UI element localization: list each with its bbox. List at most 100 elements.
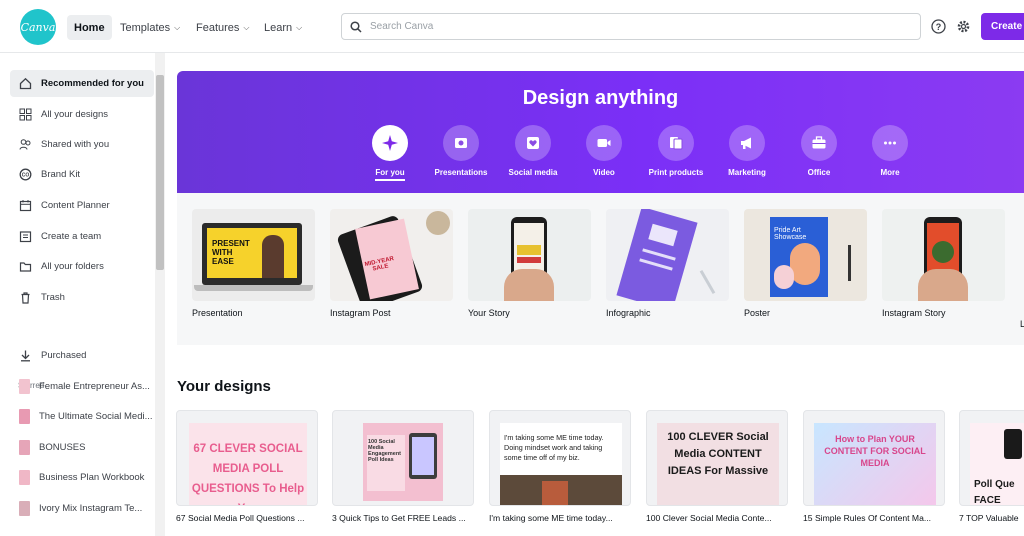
folder-icon <box>19 262 32 272</box>
design-types-row: PRESENT WITH EASE Presentation MID-YEAR … <box>177 193 1024 345</box>
design-type-poster[interactable]: Pride Art Showcase Poster <box>744 209 867 318</box>
chevron-down-icon: ⌵ <box>174 22 181 32</box>
design-card[interactable]: 100 CLEVER Social Media CONTENT IDEAS Fo… <box>646 410 790 536</box>
megaphone-icon <box>729 125 765 161</box>
category-presentations[interactable]: Presentations <box>425 125 497 177</box>
sidebar-item-label: All your designs <box>41 109 109 120</box>
design-thumbnail <box>19 440 30 455</box>
design-thumbnail: I'm taking some ME time today. Doing min… <box>489 410 631 506</box>
sidebar-item-label: Ivory Mix Instagram Te... <box>39 503 143 514</box>
your-designs-heading: Your designs <box>177 378 271 395</box>
design-thumbnail <box>19 379 30 394</box>
starred-item-bonuses[interactable]: BONUSES <box>10 434 154 461</box>
sidebar-item-content-planner[interactable]: Content Planner <box>10 192 154 219</box>
sidebar-item-label: BONUSES <box>39 442 86 453</box>
category-label: More <box>880 168 900 177</box>
design-card[interactable]: 67 CLEVER SOCIAL MEDIA POLL QUESTIONS To… <box>176 410 320 536</box>
design-type-label: Your Story <box>468 308 510 318</box>
nav-features[interactable]: Features ⌵ <box>189 15 257 40</box>
design-type-instagram-story[interactable]: Instagram Story <box>882 209 1005 318</box>
design-type-partial[interactable]: L <box>1020 209 1024 329</box>
sidebar-item-trash[interactable]: Trash <box>10 284 154 311</box>
search-input[interactable]: Search Canva <box>341 13 921 40</box>
design-thumbnail: Poll Que FACE <box>959 410 1024 506</box>
category-print-products[interactable]: Print products <box>640 125 712 177</box>
design-type-infographic[interactable]: Infographic <box>606 209 729 318</box>
category-label: Marketing <box>728 168 766 177</box>
team-icon <box>19 231 32 243</box>
sidebar: Recommended for you All your designs Sha… <box>0 53 166 536</box>
instagram-post-thumbnail: MID-YEAR SALE <box>330 209 453 301</box>
thumb-text: PRESENT WITH EASE <box>212 239 250 266</box>
sidebar-item-shared[interactable]: Shared with you <box>10 131 154 158</box>
design-card-label: 3 Quick Tips to Get FREE Leads ... <box>332 513 466 523</box>
design-card-label: 67 Social Media Poll Questions ... <box>176 513 305 523</box>
design-card[interactable]: How to Plan YOUR CONTENT FOR SOCIAL MEDI… <box>803 410 947 536</box>
svg-text:CO: CO <box>22 173 30 179</box>
sidebar-item-recommended[interactable]: Recommended for you <box>10 70 154 97</box>
design-thumbnail: 100 Social Media Engagement Poll Ideas <box>332 410 474 506</box>
design-card[interactable]: I'm taking some ME time today. Doing min… <box>489 410 633 536</box>
category-office[interactable]: Office <box>783 125 855 177</box>
sidebar-item-label: Female Entrepreneur As... <box>39 381 150 392</box>
sidebar-item-label: Content Planner <box>41 200 110 211</box>
briefcase-icon <box>801 125 837 161</box>
starred-item-ultimate-social[interactable]: The Ultimate Social Medi... <box>10 403 154 430</box>
print-icon <box>658 125 694 161</box>
thumb-text: 100 Social Media Engagement Poll Ideas <box>368 439 402 463</box>
category-social-media[interactable]: Social media <box>497 125 569 177</box>
design-type-your-story[interactable]: Your Story <box>468 209 591 318</box>
people-icon <box>19 139 31 150</box>
category-label: Presentations <box>434 168 488 177</box>
starred-item-business-plan[interactable]: Business Plan Workbook <box>10 464 154 491</box>
design-type-label: Instagram Post <box>330 308 391 318</box>
help-icon[interactable]: ? <box>930 18 946 34</box>
sidebar-item-label: Purchased <box>41 350 87 361</box>
design-thumbnail: 67 CLEVER SOCIAL MEDIA POLL QUESTIONS To… <box>176 410 318 506</box>
sidebar-item-brand-kit[interactable]: CO Brand Kit <box>10 161 154 188</box>
category-label: Print products <box>648 168 704 177</box>
search-icon <box>350 20 362 33</box>
settings-gear-icon[interactable] <box>955 18 971 34</box>
nav-features-label: Features <box>196 21 240 34</box>
brand-icon: CO <box>19 168 32 181</box>
canva-logo[interactable]: Canva <box>20 9 56 45</box>
thumb-text: I'm taking some ME time today. Doing min… <box>504 433 604 462</box>
sidebar-item-all-designs[interactable]: All your designs <box>10 101 154 128</box>
starred-item-female-entrepreneur[interactable]: Female Entrepreneur As... <box>10 373 154 400</box>
design-card-label: 7 TOP Valuable <box>959 513 1019 523</box>
design-card[interactable]: Poll Que FACE 7 TOP Valuable <box>959 410 1024 536</box>
category-label: For you <box>375 168 405 181</box>
category-more[interactable]: More <box>854 125 926 177</box>
logo-text: Canva <box>20 20 56 34</box>
create-design-button[interactable]: Create a <box>981 13 1024 40</box>
svg-text:?: ? <box>935 22 941 32</box>
nav-templates[interactable]: Templates ⌵ <box>113 15 187 40</box>
category-video[interactable]: Video <box>568 125 640 177</box>
design-type-label: Infographic <box>606 308 651 318</box>
more-icon <box>872 125 908 161</box>
sidebar-item-label: The Ultimate Social Medi... <box>39 411 153 422</box>
design-card[interactable]: 100 Social Media Engagement Poll Ideas 3… <box>332 410 476 536</box>
category-for-you[interactable]: For you <box>354 125 426 181</box>
heart-icon <box>515 125 551 161</box>
starred-item-ivory-mix[interactable]: Ivory Mix Instagram Te... <box>10 495 154 522</box>
thumb-text: 100 CLEVER Social Media CONTENT IDEAS Fo… <box>667 431 769 477</box>
sidebar-item-create-team[interactable]: Create a team <box>10 223 154 250</box>
design-type-presentation[interactable]: PRESENT WITH EASE Presentation <box>192 209 315 318</box>
design-card-label: 15 Simple Rules Of Content Ma... <box>803 513 932 523</box>
starred-item-purchased[interactable]: Purchased <box>10 342 154 369</box>
your-story-thumbnail <box>468 209 591 301</box>
instagram-story-thumbnail <box>882 209 1005 301</box>
sparkle-icon <box>372 125 408 161</box>
scrollbar-thumb[interactable] <box>156 75 164 270</box>
sidebar-item-folders[interactable]: All your folders <box>10 253 154 280</box>
sidebar-item-label: Trash <box>41 292 65 303</box>
presentation-thumbnail: PRESENT WITH EASE <box>192 209 315 301</box>
sidebar-scrollbar[interactable] <box>155 53 165 536</box>
design-type-label: Poster <box>744 308 771 318</box>
category-marketing[interactable]: Marketing <box>711 125 783 177</box>
nav-learn[interactable]: Learn ⌵ <box>257 15 309 40</box>
nav-home[interactable]: Home <box>67 15 112 40</box>
design-type-instagram-post[interactable]: MID-YEAR SALE Instagram Post <box>330 209 453 318</box>
